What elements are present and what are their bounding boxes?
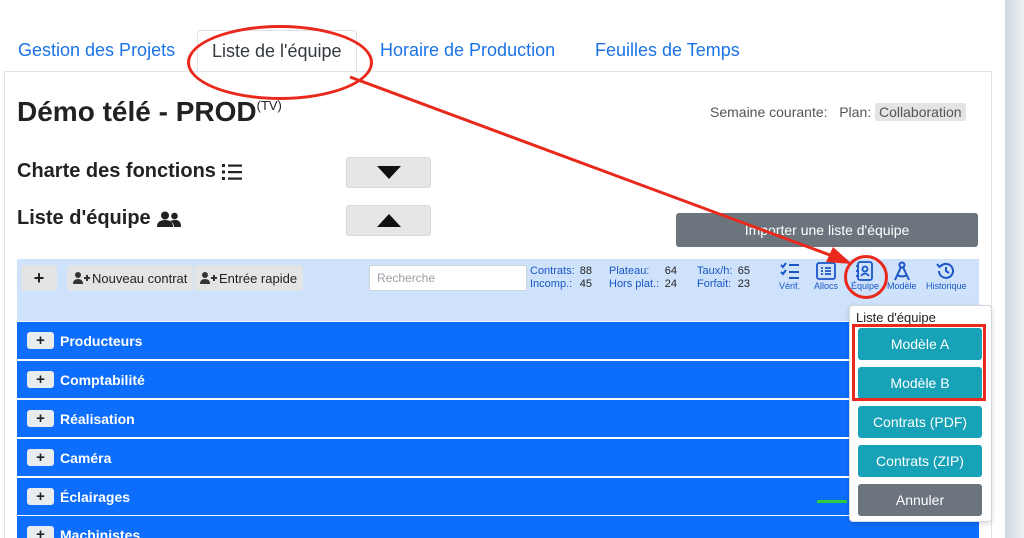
expand-plus-icon[interactable]: + [27, 526, 54, 538]
caret-down-icon [376, 166, 401, 179]
chart-section-label: Charte des fonctions [17, 160, 216, 182]
stats-rates: Taux/h: 65 Forfait: 23 [697, 265, 750, 291]
main-tabs: Gestion des Projets Liste de l'équipe Ho… [0, 30, 1000, 72]
stat-label: Contrats: [530, 265, 575, 277]
users-icon [156, 211, 181, 227]
dropdown-header: Liste d'équipe [856, 310, 936, 325]
allocs-button[interactable]: Allocs [814, 261, 838, 291]
verify-label: Vérif. [779, 281, 801, 291]
department-row[interactable]: + Comptabilité [17, 361, 979, 398]
expand-plus-icon[interactable]: + [27, 371, 54, 388]
annotation-options-highlight [852, 324, 986, 401]
add-button[interactable]: + [21, 265, 57, 291]
annotation-tab-highlight [187, 25, 373, 100]
contracts-pdf-button[interactable]: Contrats (PDF) [858, 406, 982, 438]
stat-label: Incomp.: [530, 278, 573, 290]
user-plus-icon [73, 272, 90, 284]
expand-plus-icon[interactable]: + [27, 332, 54, 349]
list-icon [221, 163, 242, 180]
list-alt-icon [816, 262, 836, 280]
plan-badge[interactable]: Collaboration [875, 103, 966, 121]
checklist-icon [779, 262, 799, 279]
week-label: Semaine courante: [710, 104, 828, 120]
stat-label: Hors plat.: [609, 278, 660, 290]
import-team-list-button[interactable]: Importer une liste d'équipe [676, 213, 978, 247]
search-input[interactable] [369, 265, 527, 291]
template-button[interactable]: Modèle [887, 261, 917, 291]
history-label: Historique [926, 281, 967, 291]
expand-plus-icon[interactable]: + [27, 488, 54, 505]
department-row[interactable]: + Producteurs [17, 322, 979, 359]
cancel-button[interactable]: Annuler [858, 484, 982, 516]
department-label: Caméra [60, 449, 112, 466]
quick-entry-button[interactable]: Entrée rapide [194, 265, 304, 291]
department-row[interactable]: + Caméra [17, 439, 979, 476]
department-label: Comptabilité [60, 371, 145, 388]
stat-label: Plateau: [609, 265, 650, 277]
chart-section-title: Charte des fonctions [17, 160, 242, 183]
quick-entry-label: Entrée rapide [219, 270, 298, 286]
toolbar-subrow [17, 299, 979, 321]
stat-value: 45 [579, 278, 592, 290]
department-row[interactable]: + Machinistes [17, 516, 979, 538]
stat-value: 65 [737, 265, 750, 277]
department-label: Machinistes [60, 526, 141, 538]
department-label: Réalisation [60, 410, 135, 427]
project-name: Démo télé - PROD [17, 96, 257, 127]
stat-value: 23 [737, 278, 750, 290]
status-indicator [817, 500, 847, 503]
plan-label: Plan: [839, 104, 872, 120]
template-label: Modèle [887, 281, 917, 291]
history-button[interactable]: Historique [926, 261, 967, 291]
department-label: Producteurs [60, 332, 143, 349]
tab-horaire-production[interactable]: Horaire de Production [366, 30, 569, 72]
new-contract-label: Nouveau contrat [92, 270, 188, 286]
stat-label: Forfait: [697, 278, 732, 290]
new-contract-button[interactable]: Nouveau contrat [67, 265, 194, 291]
stats-contracts: Contrats: 88 Incomp.: 45 [530, 265, 592, 291]
department-label: Éclairages [60, 488, 131, 505]
team-section-title: Liste d'équipe [17, 207, 181, 230]
contracts-zip-button[interactable]: Contrats (ZIP) [858, 445, 982, 477]
week-info: Semaine courante: Plan: Collaboration [710, 103, 966, 121]
team-collapse-button[interactable] [346, 205, 431, 236]
department-row[interactable]: + Éclairages [17, 478, 979, 515]
department-row[interactable]: + Réalisation [17, 400, 979, 437]
verify-button[interactable]: Vérif. [779, 261, 800, 291]
history-icon [936, 262, 955, 279]
stats-plateau: Plateau: 64 Hors plat.: 24 [609, 265, 677, 291]
caret-up-icon [376, 214, 401, 227]
stat-value: 24 [664, 278, 677, 290]
annotation-icon-highlight [844, 255, 888, 299]
drafting-compass-icon [893, 261, 910, 281]
page-title: Démo télé - PROD(TV) [17, 96, 282, 128]
tab-feuilles-temps[interactable]: Feuilles de Temps [581, 30, 754, 72]
page-scrollbar[interactable] [1005, 0, 1024, 538]
allocs-label: Allocs [814, 281, 839, 291]
team-toolbar: + Nouveau contrat Entrée rapide Contrats… [17, 259, 979, 299]
chart-expand-button[interactable] [346, 157, 431, 188]
expand-plus-icon[interactable]: + [27, 449, 54, 466]
stat-value: 64 [664, 265, 677, 277]
expand-plus-icon[interactable]: + [27, 410, 54, 427]
project-type: (TV) [256, 98, 282, 113]
stat-value: 88 [579, 265, 592, 277]
tab-gestion-projets[interactable]: Gestion des Projets [4, 30, 189, 72]
user-plus-icon [200, 272, 217, 284]
stat-label: Taux/h: [697, 265, 733, 277]
team-section-label: Liste d'équipe [17, 207, 151, 229]
